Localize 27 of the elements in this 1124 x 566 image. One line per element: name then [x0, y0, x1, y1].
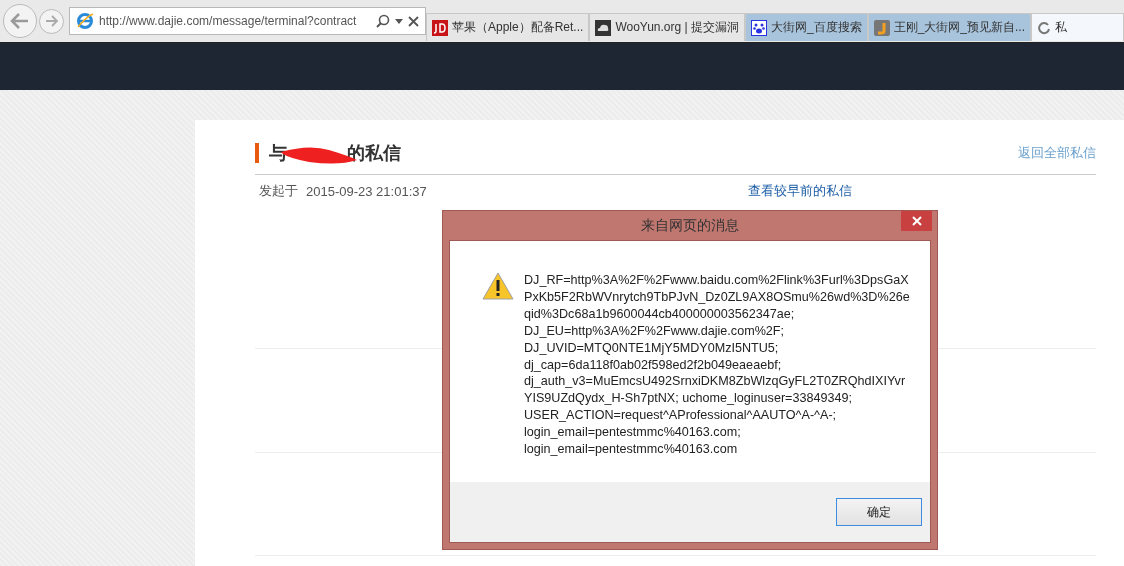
- browser-tab[interactable]: 私: [1031, 13, 1124, 41]
- browser-tab[interactable]: 苹果（Apple）配备Ret...: [426, 13, 590, 41]
- browser-tab[interactable]: 大街网_百度搜索: [745, 13, 868, 41]
- logo-icon: [432, 19, 448, 36]
- started-label: 发起于: [259, 182, 298, 200]
- forward-arrow-icon: [44, 15, 59, 27]
- started-time: 2015-09-23 21:01:37: [306, 183, 427, 199]
- ok-button[interactable]: 确定: [836, 498, 922, 526]
- close-button[interactable]: [901, 211, 932, 231]
- close-icon[interactable]: [408, 15, 419, 27]
- cloud-icon: [595, 19, 612, 36]
- dialog-title: 来自网页的消息: [641, 216, 739, 235]
- loading-icon: [1037, 20, 1052, 35]
- address-bar[interactable]: http://www.dajie.com/message/terminal?contract: [69, 7, 426, 35]
- app-icon: [873, 19, 890, 36]
- message-text: DJ_RF=http%3A%2F%2Fwww.baidu.com%2Flink%3Furl%3DpsGaX PxKb5F2RbWVnrytch9TbPJvN_Dz0ZL9AX8OSmu%26wd%3D%26e qid%3Dc68a1b9600044cb400000003562347ae; DJ_EU=http%3A%2F%2Fwww.dajie.com%2F; DJ_UVID=MTQ0NTE1MjY5MDY0MzI5NTU5; dj_cap=6da118f0ab02f598ed2f2b049eaeaebf; dj_auth_v3=MuEmcsU492SrnxiDKM8ZbWlzqGyFL2T0ZRQhdIXIYvr YIS9UZdQydx_H-Sh7ptNX; uchome_loginuser=33849349; USER_ACTION=request^AProfessional^AAUTO^A-^A-; login_email=pentestmmc%40163.com; login_email=pentestmmc%40163.com: [524, 272, 910, 459]
- paw-icon: [751, 19, 767, 36]
- back-button[interactable]: [3, 4, 37, 38]
- search-icon[interactable]: [376, 14, 390, 28]
- close-icon: [911, 216, 922, 226]
- earlier-messages-link[interactable]: 查看较早前的私信: [747, 182, 852, 200]
- browser-tab[interactable]: WooYun.org | 提交漏洞: [589, 13, 745, 41]
- browser-tab[interactable]: 王刚_大街网_预见新自...: [867, 13, 1032, 41]
- dropdown-caret-icon[interactable]: [395, 18, 403, 24]
- back-arrow-icon: [9, 12, 31, 30]
- warning-icon: [482, 272, 514, 300]
- browser-icon: [76, 12, 94, 30]
